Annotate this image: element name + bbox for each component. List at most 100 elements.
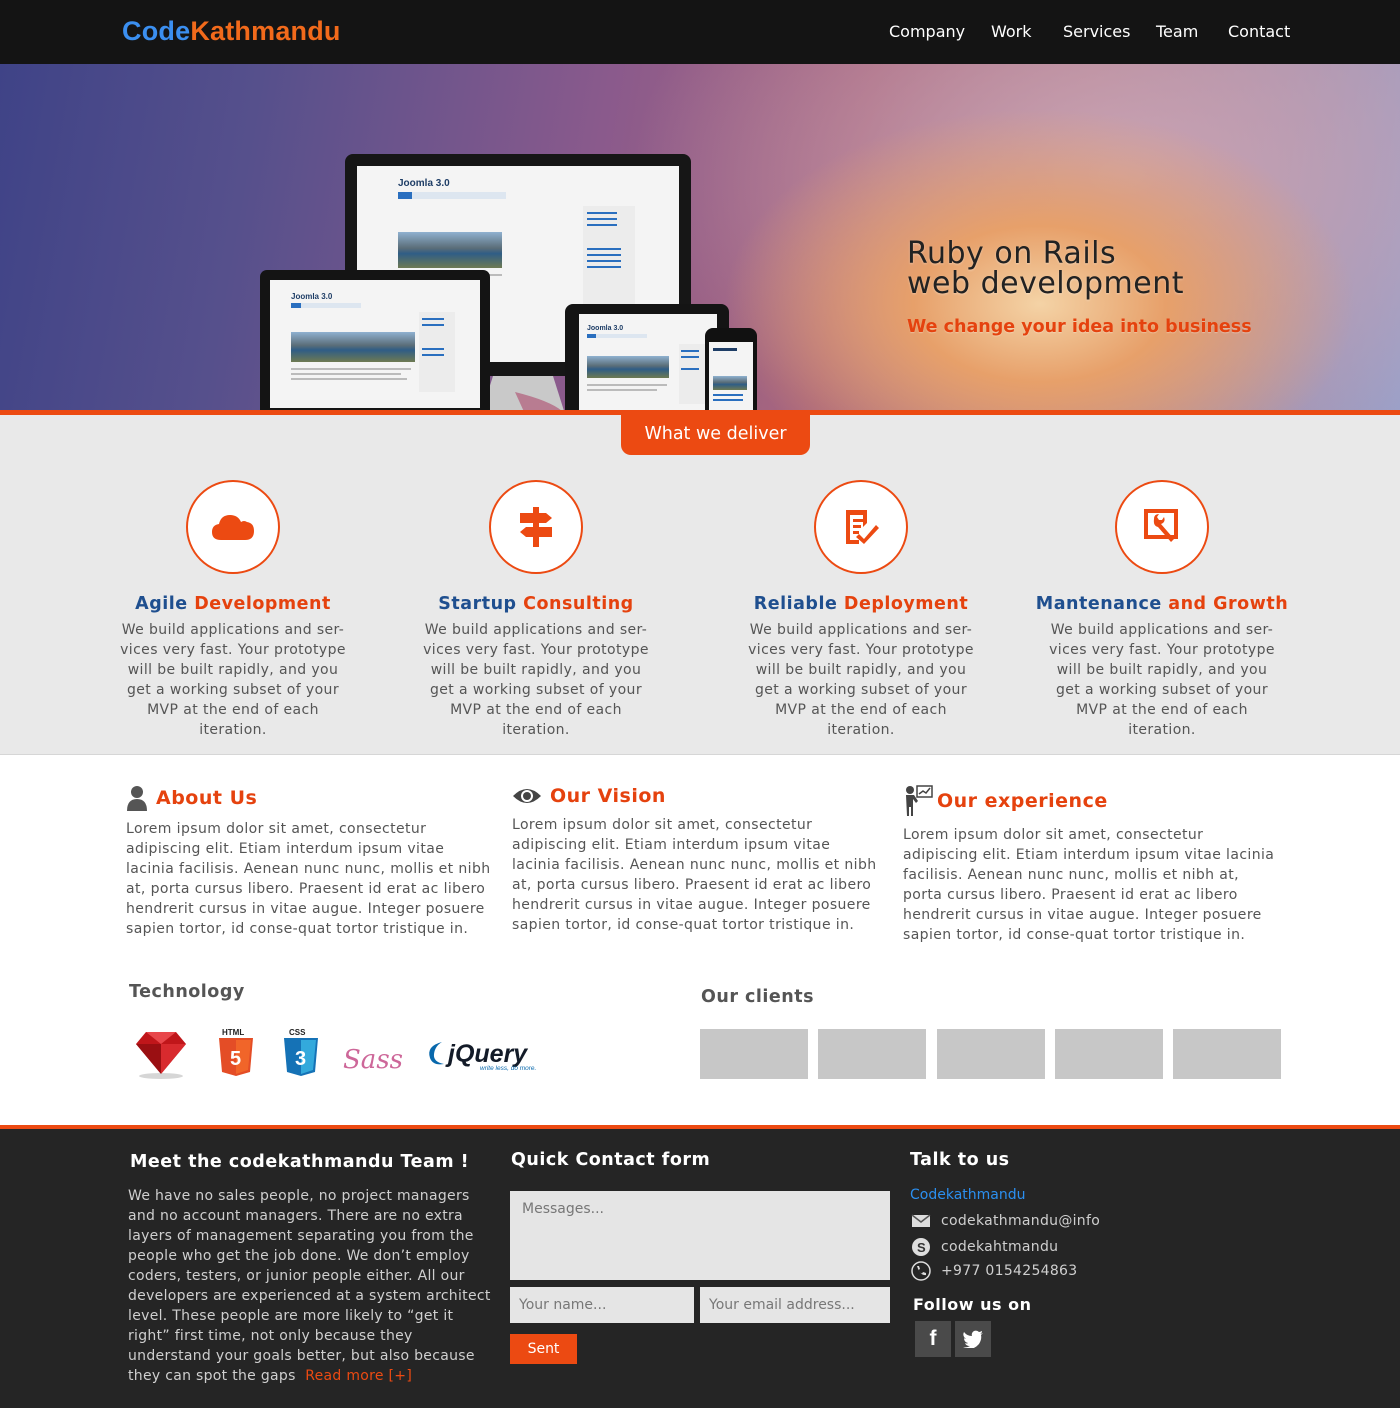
contact-email[interactable]: codekathmandu@info — [941, 1213, 1100, 1229]
contact-email-row: codekathmandu@info — [910, 1213, 1100, 1229]
service-title: Startup Consulting — [406, 594, 666, 614]
our-vision-block: Our Vision Lorem ipsum dolor sit amet, c… — [512, 785, 882, 935]
message-field[interactable] — [510, 1191, 890, 1280]
signpost-icon — [489, 480, 583, 574]
client-logo-placeholder[interactable] — [1055, 1029, 1163, 1079]
responsive-devices-illustration: Joomla 3.0 Joomla 3.0 Joomla 3.0 — [260, 154, 757, 411]
our-experience-block: Our experience Lorem ipsum dolor sit ame… — [903, 785, 1278, 945]
nav-team[interactable]: Team — [1156, 22, 1198, 41]
service-title-part-a: Agile — [135, 594, 188, 614]
jquery-wordmark: jQuery — [445, 1040, 528, 1068]
service-maintenance-growth: Mantenance and Growth We build applicati… — [1032, 480, 1292, 740]
presenter-icon — [906, 785, 933, 816]
talk-title: Talk to us — [910, 1150, 1010, 1170]
css3-icon: CSS 3 — [284, 1028, 318, 1076]
skype-icon: S — [911, 1238, 930, 1256]
service-title: Mantenance and Growth — [1032, 594, 1292, 614]
cloud-icon — [186, 480, 280, 574]
service-title-part-a: Startup — [438, 594, 517, 614]
hero-title-line1: Ruby on Rails — [907, 236, 1117, 271]
deliver-tab: What we deliver — [621, 415, 810, 455]
user-icon — [127, 786, 147, 811]
tablet-screen-title: Joomla 3.0 — [587, 325, 623, 332]
css-label: CSS — [289, 1028, 306, 1037]
about-us-text: Lorem ipsum dolor sit amet, consectetur … — [126, 821, 491, 937]
follow-title: Follow us on — [913, 1295, 1032, 1314]
contact-skype[interactable]: codekahtmandu — [941, 1239, 1058, 1255]
service-title: Reliable Deployment — [731, 594, 991, 614]
service-title-part-b: Deployment — [843, 594, 969, 614]
service-title-part-b: Development — [194, 594, 331, 614]
team-title: Meet the codekathmandu Team ! — [130, 1152, 470, 1172]
team-description: We have no sales people, no project mana… — [128, 1186, 498, 1386]
nav-work[interactable]: Work — [991, 22, 1032, 41]
team-text: We have no sales people, no project mana… — [128, 1188, 491, 1384]
our-vision-text: Lorem ipsum dolor sit amet, consectetur … — [512, 817, 877, 933]
hero-banner: Joomla 3.0 Joomla 3.0 Joomla 3.0 Ruby on… — [0, 64, 1400, 411]
our-experience-text: Lorem ipsum dolor sit amet, consectetur … — [903, 827, 1275, 943]
svg-text:3: 3 — [295, 1048, 306, 1070]
company-name-link[interactable]: Codekathmandu — [910, 1187, 1026, 1203]
service-title: Agile Development — [103, 594, 363, 614]
our-vision-title: Our Vision — [550, 785, 666, 807]
nav-contact[interactable]: Contact — [1228, 22, 1290, 41]
our-vision-heading: Our Vision — [512, 785, 882, 807]
about-us-title: About Us — [156, 787, 258, 809]
send-button[interactable]: Sent — [510, 1334, 577, 1364]
name-field[interactable] — [510, 1287, 694, 1323]
html5-icon: HTML 5 — [219, 1028, 253, 1076]
our-experience-title: Our experience — [937, 790, 1108, 812]
contact-form-title: Quick Contact form — [511, 1150, 711, 1170]
read-more-link[interactable]: Read more [+] — [305, 1368, 412, 1384]
wrench-icon — [1115, 480, 1209, 574]
our-experience-heading: Our experience — [903, 785, 1278, 817]
service-title-part-a: Mantenance — [1035, 594, 1162, 614]
service-description: We build applications and ser-vices very… — [120, 622, 346, 738]
service-title-part-b: Consulting — [523, 594, 634, 614]
service-description: We build applications and ser-vices very… — [1049, 622, 1275, 738]
phone-icon — [910, 1261, 931, 1281]
contact-phone[interactable]: +977 0154254863 — [941, 1263, 1077, 1279]
contact-skype-row: S codekahtmandu — [910, 1237, 1058, 1257]
service-title-part-a: Reliable — [753, 594, 838, 614]
service-agile-development: Agile Development We build applications … — [103, 480, 363, 740]
client-logo-placeholder[interactable] — [937, 1029, 1045, 1079]
service-description: We build applications and ser-vices very… — [423, 622, 649, 738]
about-us-heading: About Us — [126, 785, 496, 811]
brand-logo-part2: Kathmandu — [190, 16, 341, 46]
laptop-screen-title: Joomla 3.0 — [291, 292, 333, 301]
brand-logo[interactable]: CodeKathmandu — [122, 16, 341, 47]
imac-screen-title: Joomla 3.0 — [398, 178, 450, 189]
technology-logos: HTML 5 CSS 3 Sass jQuery write less, do … — [136, 1028, 537, 1079]
clients-title: Our clients — [701, 987, 815, 1007]
nav-company[interactable]: Company — [889, 22, 965, 41]
hero-subtitle: We change your idea into business — [907, 317, 1252, 337]
svg-text:S: S — [917, 1240, 926, 1255]
jquery-tagline: write less, do more. — [480, 1065, 537, 1072]
checklist-icon — [814, 480, 908, 574]
service-title-part-b: and Growth — [1168, 594, 1289, 614]
deliver-section: What we deliver Agile Development We bui… — [0, 415, 1400, 755]
eye-icon — [513, 789, 541, 803]
svg-text:5: 5 — [230, 1048, 241, 1070]
about-us-block: About Us Lorem ipsum dolor sit amet, con… — [126, 785, 496, 939]
client-logo-placeholder[interactable] — [818, 1029, 926, 1079]
client-logo-placeholder[interactable] — [1173, 1029, 1281, 1079]
nav-services[interactable]: Services — [1063, 22, 1130, 41]
email-field[interactable] — [700, 1287, 890, 1323]
ruby-icon — [136, 1032, 186, 1079]
technology-title: Technology — [129, 982, 245, 1002]
sass-logo: Sass — [343, 1045, 403, 1075]
service-startup-consulting: Startup Consulting We build applications… — [406, 480, 666, 740]
envelope-icon — [911, 1214, 930, 1227]
twitter-icon[interactable] — [955, 1321, 991, 1357]
html-label: HTML — [222, 1028, 244, 1037]
brand-logo-part1: Code — [122, 16, 191, 46]
hero-title-line2: web development — [907, 266, 1184, 301]
hero-title: Ruby on Rails web development — [907, 239, 1184, 299]
contact-phone-row: +977 0154254863 — [910, 1261, 1077, 1281]
service-reliable-deployment: Reliable Deployment We build application… — [731, 480, 991, 740]
facebook-icon[interactable]: f — [915, 1321, 951, 1357]
top-navbar: CodeKathmandu Company Work Services Team… — [0, 0, 1400, 64]
client-logo-placeholder[interactable] — [700, 1029, 808, 1079]
